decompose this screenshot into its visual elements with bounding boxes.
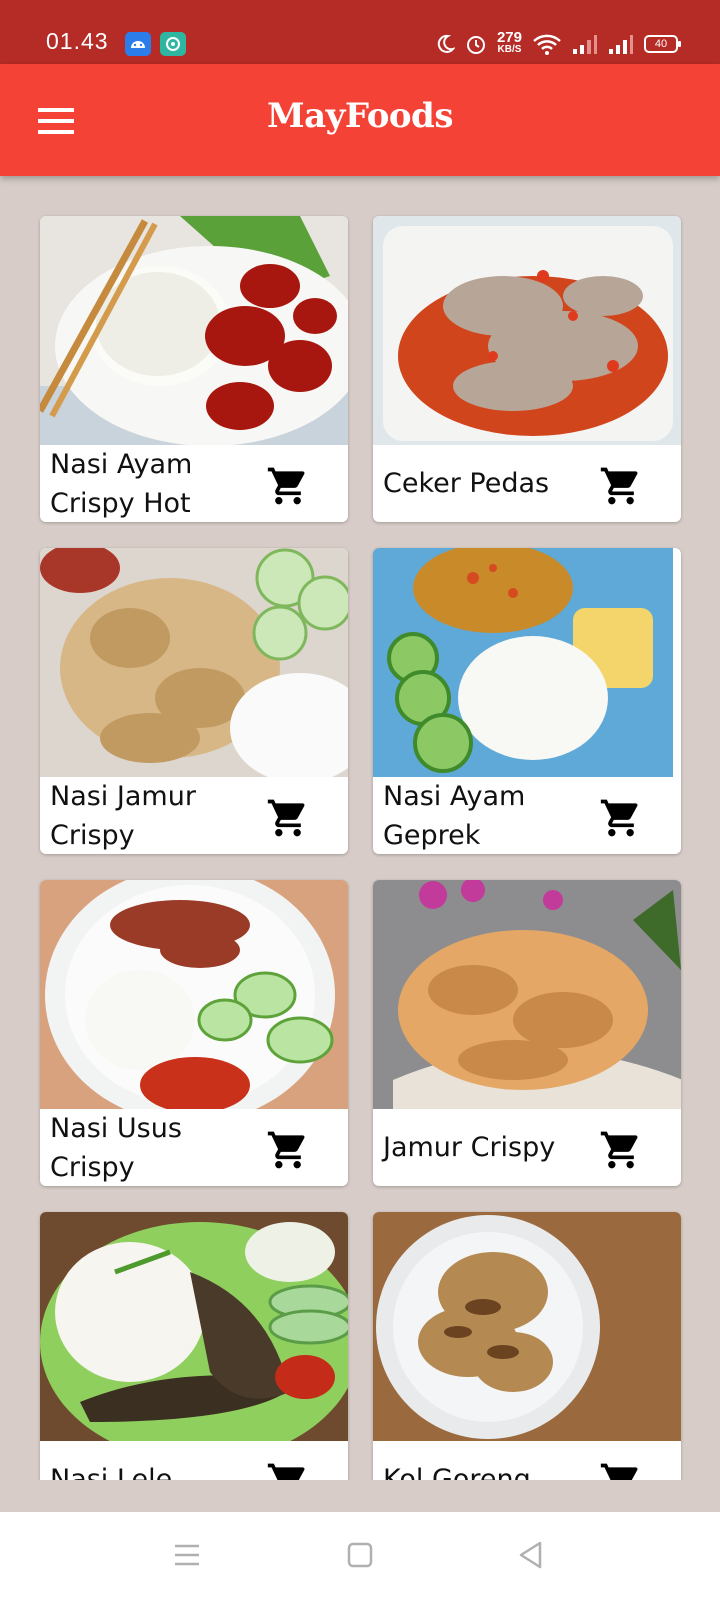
food-card-ceker-pedas[interactable]: Ceker Pedas (373, 216, 681, 522)
food-name: Kol Goreng (383, 1464, 531, 1480)
food-image-jamur-crispy (373, 880, 681, 1109)
status-bar: 01.43 279 KB/S 40 (0, 0, 720, 64)
food-image-nasi-usus-crispy (40, 880, 348, 1109)
food-image-kol-goreng (373, 1212, 681, 1441)
app-bar: MayFoods (0, 64, 720, 176)
android-notification-icon (125, 32, 151, 56)
menu-icon[interactable] (38, 108, 74, 134)
status-time: 01.43 (46, 28, 109, 54)
cart-icon[interactable] (599, 796, 643, 840)
food-name: Ceker Pedas (383, 468, 550, 499)
food-grid: Nasi Ayam Crispy Hot Ceker Pedas Nasi Ja… (0, 176, 720, 1480)
network-speed: 279 KB/S (496, 29, 522, 56)
wifi-icon (533, 34, 561, 55)
network-speed-unit: KB/S (497, 44, 522, 55)
food-card-nasi-ayam-crispy-hot[interactable]: Nasi Ayam Crispy Hot (40, 216, 348, 522)
chat-notification-icon (160, 32, 186, 56)
food-name: Nasi Ayam Geprek (383, 780, 526, 851)
app-title: MayFoods (267, 96, 453, 136)
food-image-nasi-ayam-geprek (373, 548, 681, 777)
signal-icon-sim1 (573, 35, 597, 54)
food-card-kol-goreng[interactable]: Kol Goreng (373, 1212, 681, 1480)
food-card-nasi-usus-crispy[interactable]: Nasi Usus Crispy (40, 880, 348, 1186)
home-icon[interactable] (345, 1540, 375, 1570)
cart-icon[interactable] (599, 464, 643, 508)
cart-icon[interactable] (266, 796, 310, 840)
food-name: Nasi Lele (50, 1464, 173, 1480)
food-card-nasi-jamur-crispy[interactable]: Nasi Jamur Crispy (40, 548, 348, 854)
food-name: Jamur Crispy (383, 1132, 556, 1163)
network-speed-value: 279 (496, 29, 522, 46)
food-card-jamur-crispy[interactable]: Jamur Crispy (373, 880, 681, 1186)
back-icon[interactable] (516, 1540, 546, 1570)
food-name: Nasi Usus Crispy (50, 1112, 182, 1183)
moon-icon (437, 34, 455, 53)
food-image-nasi-ayam-crispy-hot (40, 216, 348, 445)
food-image-nasi-lele (40, 1212, 348, 1441)
cart-icon[interactable] (599, 1460, 643, 1480)
system-nav-bar (0, 1512, 720, 1600)
cart-icon[interactable] (599, 1128, 643, 1172)
recents-menu-icon[interactable] (172, 1540, 202, 1570)
cart-icon[interactable] (266, 464, 310, 508)
food-name: Nasi Ayam Crispy Hot (50, 448, 193, 519)
food-image-ceker-pedas (373, 216, 681, 445)
cart-icon[interactable] (266, 1460, 310, 1480)
battery-icon: 40 (644, 35, 681, 53)
signal-icon-sim2 (609, 35, 633, 54)
food-card-nasi-lele[interactable]: Nasi Lele (40, 1212, 348, 1480)
cart-icon[interactable] (266, 1128, 310, 1172)
food-card-nasi-ayam-geprek[interactable]: Nasi Ayam Geprek (373, 548, 681, 854)
alarm-icon (466, 36, 485, 54)
food-image-nasi-jamur-crispy (40, 548, 348, 777)
food-name: Nasi Jamur Crispy (50, 780, 196, 851)
